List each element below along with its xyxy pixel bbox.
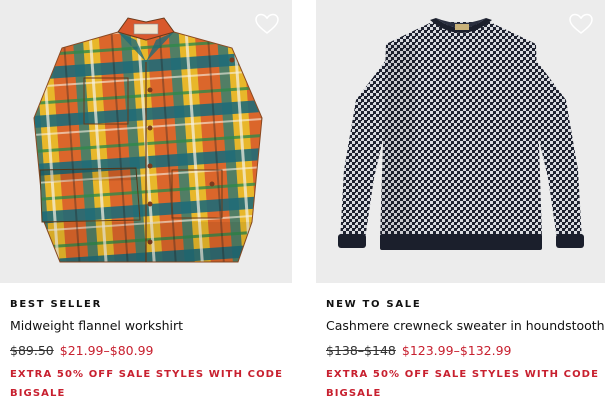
product-grid: BEST SELLER Midweight flannel workshirt … [0,0,605,400]
product-card-flannel[interactable]: BEST SELLER Midweight flannel workshirt … [0,0,294,400]
wishlist-heart-icon[interactable] [254,12,280,36]
product-image-link[interactable] [0,0,292,283]
product-badge: BEST SELLER [10,299,102,310]
product-image-link[interactable] [316,0,605,283]
sale-price: $123.99–$132.99 [401,343,512,358]
promo-text: EXTRA 50% OFF SALE STYLES WITH CODE BIGS… [326,369,600,399]
sale-price: $21.99–$80.99 [59,343,154,358]
promo-text: EXTRA 50% OFF SALE STYLES WITH CODE BIGS… [10,369,284,399]
original-price: $89.50 [10,343,54,358]
price-row: $89.50 $21.99–$80.99 [10,343,153,358]
product-name-link[interactable]: Cashmere crewneck sweater in houndstooth [326,318,605,333]
houndstooth-sweater-image [338,18,584,250]
product-name-link[interactable]: Midweight flannel workshirt [10,318,183,333]
price-row: $138–$148 $123.99–$132.99 [326,343,512,358]
flannel-shirt-image [33,17,263,263]
product-card-sweater[interactable]: NEW TO SALE Cashmere crewneck sweater in… [316,0,605,400]
product-badge: NEW TO SALE [326,299,422,310]
original-price: $138–$148 [326,343,396,358]
wishlist-heart-icon[interactable] [568,12,594,36]
